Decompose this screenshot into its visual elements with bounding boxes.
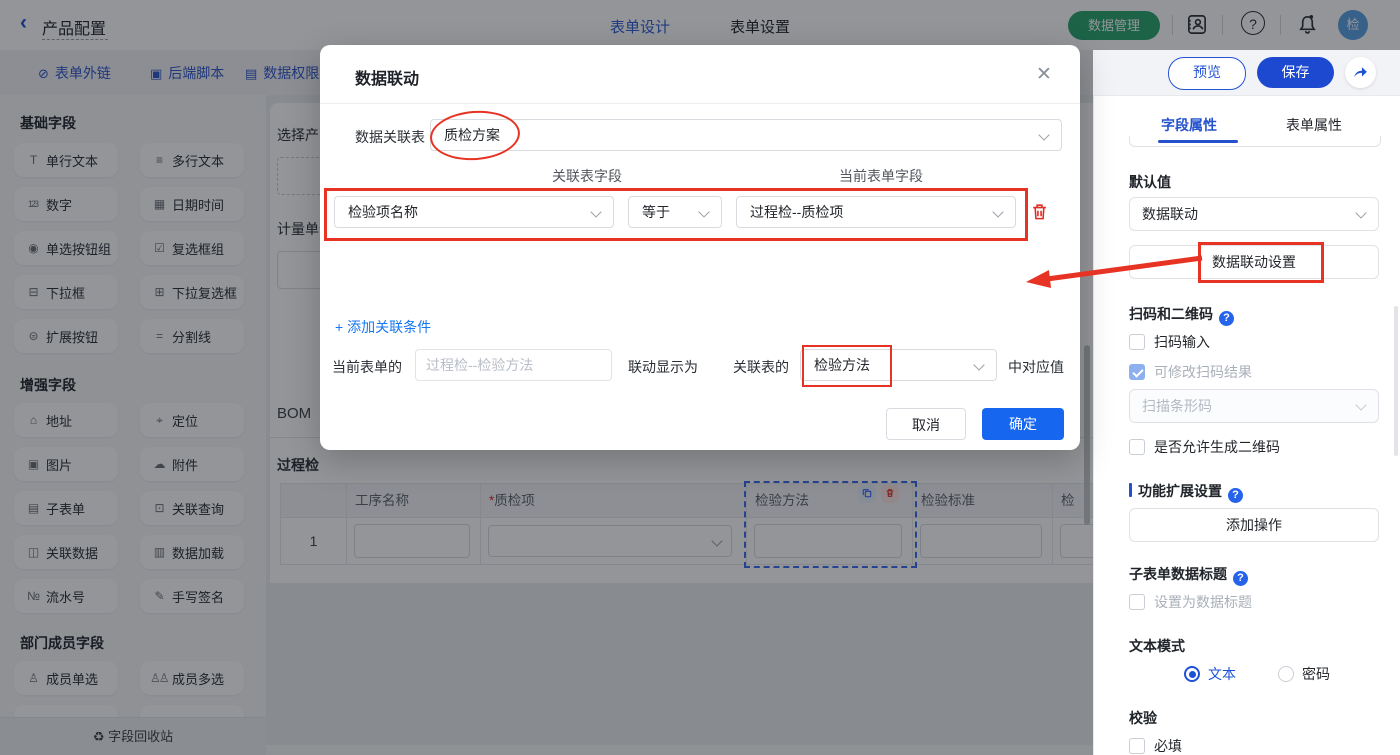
share-button[interactable] xyxy=(1345,57,1376,88)
checkbox-icon[interactable] xyxy=(1129,439,1145,455)
checkbox-required[interactable]: 必填 xyxy=(1129,736,1182,755)
radio-text-mode[interactable]: 文本 xyxy=(1184,664,1236,684)
data-linkage-dialog: 数据联动 ✕ 数据关联表 质检方案 关联表字段 当前表单字段 检验项名称 等于 … xyxy=(320,45,1080,450)
checkbox-set-data-title[interactable]: 设置为数据标题 xyxy=(1129,592,1252,612)
help-icon[interactable]: ? xyxy=(1228,488,1243,503)
annotation-box-method-field xyxy=(802,345,892,387)
checkbox-qr-generate[interactable]: 是否允许生成二维码 xyxy=(1129,437,1280,457)
checkbox-icon[interactable] xyxy=(1129,738,1145,754)
checkbox-scan-editable[interactable]: 可修改扫码结果 xyxy=(1129,362,1252,382)
help-icon[interactable]: ? xyxy=(1219,311,1234,326)
annotation-arrow xyxy=(1020,248,1215,296)
relation-table-label: 数据关联表 xyxy=(355,127,425,147)
preview-button[interactable]: 预览 xyxy=(1168,57,1246,90)
related-table-label: 关联表的 xyxy=(733,357,789,377)
default-value-label: 默认值 xyxy=(1129,172,1171,192)
extension-section-title: 功能扩展设置? xyxy=(1138,481,1243,503)
dialog-title: 数据联动 xyxy=(355,65,419,89)
tab-form-properties[interactable]: 表单属性 xyxy=(1286,115,1342,135)
chevron-down-icon xyxy=(1355,207,1366,218)
chevron-down-icon xyxy=(973,359,984,370)
checkbox-icon[interactable] xyxy=(1129,334,1145,350)
modal-overlay xyxy=(0,0,1400,50)
suffix-label: 中对应值 xyxy=(1008,357,1064,377)
current-form-field-input[interactable] xyxy=(415,349,612,381)
annotation-box-condition-row xyxy=(324,188,1028,241)
radio-icon[interactable] xyxy=(1278,666,1294,682)
radio-selected-icon[interactable] xyxy=(1184,666,1200,682)
panel-scrollbar[interactable] xyxy=(1394,306,1398,456)
section-accent-bar xyxy=(1129,483,1132,497)
delete-condition-icon[interactable] xyxy=(1030,202,1049,224)
col-related-field-label: 关联表字段 xyxy=(442,166,732,186)
scan-section-title: 扫码和二维码? xyxy=(1129,304,1234,326)
checkbox-scan-input[interactable]: 扫码输入 xyxy=(1129,332,1210,352)
cancel-button[interactable]: 取消 xyxy=(886,408,966,440)
help-icon[interactable]: ? xyxy=(1233,571,1248,586)
subform-data-title-section: 子表单数据标题? xyxy=(1129,564,1248,586)
col-current-field-label: 当前表单字段 xyxy=(736,166,1026,186)
text-mode-label: 文本模式 xyxy=(1129,636,1185,656)
display-as-label: 联动显示为 xyxy=(628,357,698,377)
checkbox-checked-icon xyxy=(1129,364,1145,380)
close-icon[interactable]: ✕ xyxy=(1036,63,1052,86)
relation-table-select[interactable]: 质检方案 xyxy=(430,119,1062,151)
add-condition-link[interactable]: + 添加关联条件 xyxy=(335,317,431,337)
scrolled-input-bottom xyxy=(1129,136,1381,147)
default-value-select[interactable]: 数据联动 xyxy=(1129,197,1379,231)
confirm-button[interactable]: 确定 xyxy=(982,408,1064,440)
add-action-button[interactable]: 添加操作 xyxy=(1129,508,1379,542)
validate-label: 校验 xyxy=(1129,708,1157,728)
annotation-box-linkage-setting xyxy=(1198,242,1324,283)
current-form-label: 当前表单的 xyxy=(332,357,402,377)
radio-password-mode[interactable]: 密码 xyxy=(1278,664,1330,684)
properties-panel: 字段属性 表单属性 默认值 数据联动 数据联动设置 扫码和二维码? 扫码输入 可… xyxy=(1093,95,1400,755)
scan-type-select-disabled: 扫描条形码 xyxy=(1129,389,1379,423)
divider xyxy=(320,103,1080,104)
app-root: ‹ 产品配置 表单设计 表单设置 数据管理 ? 检 ⊘表单外链 ▣后端脚本 xyxy=(0,0,1400,755)
chevron-down-icon xyxy=(1355,399,1366,410)
checkbox-icon[interactable] xyxy=(1129,594,1145,610)
chevron-down-icon xyxy=(1038,129,1049,140)
tab-field-properties[interactable]: 字段属性 xyxy=(1161,115,1217,135)
save-button[interactable]: 保存 xyxy=(1257,57,1334,88)
